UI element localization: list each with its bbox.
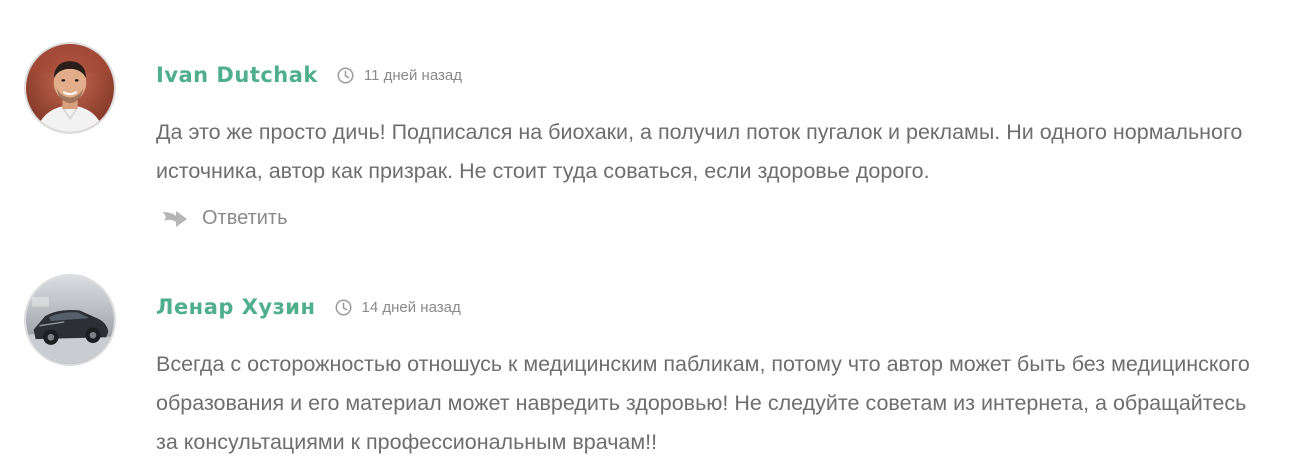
author-name[interactable]: Ленар Хузин — [156, 295, 316, 319]
clock-icon — [337, 67, 354, 84]
author-name[interactable]: Ivan Dutchak — [156, 63, 318, 87]
reply-label: Ответить — [202, 206, 288, 229]
reply-arrow-icon — [160, 206, 188, 230]
reply-button[interactable]: Ответить — [160, 203, 288, 233]
clock-icon — [335, 299, 352, 316]
avatar[interactable] — [24, 274, 116, 366]
comment-meta: Ленар Хузин 14 дней назад — [156, 292, 461, 322]
comment-text: Всегда с осторожностью отношусь к медици… — [156, 352, 1250, 454]
car-photo-icon — [26, 276, 114, 364]
comment-meta: Ivan Dutchak 11 дней назад — [156, 60, 462, 90]
comment-time: 11 дней назад — [363, 66, 462, 84]
person-photo-icon — [26, 44, 114, 132]
comment-text: Да это же просто дичь! Подписался на био… — [156, 120, 1243, 183]
comment-time: 14 дней назад — [361, 298, 461, 316]
avatar[interactable] — [24, 42, 116, 134]
